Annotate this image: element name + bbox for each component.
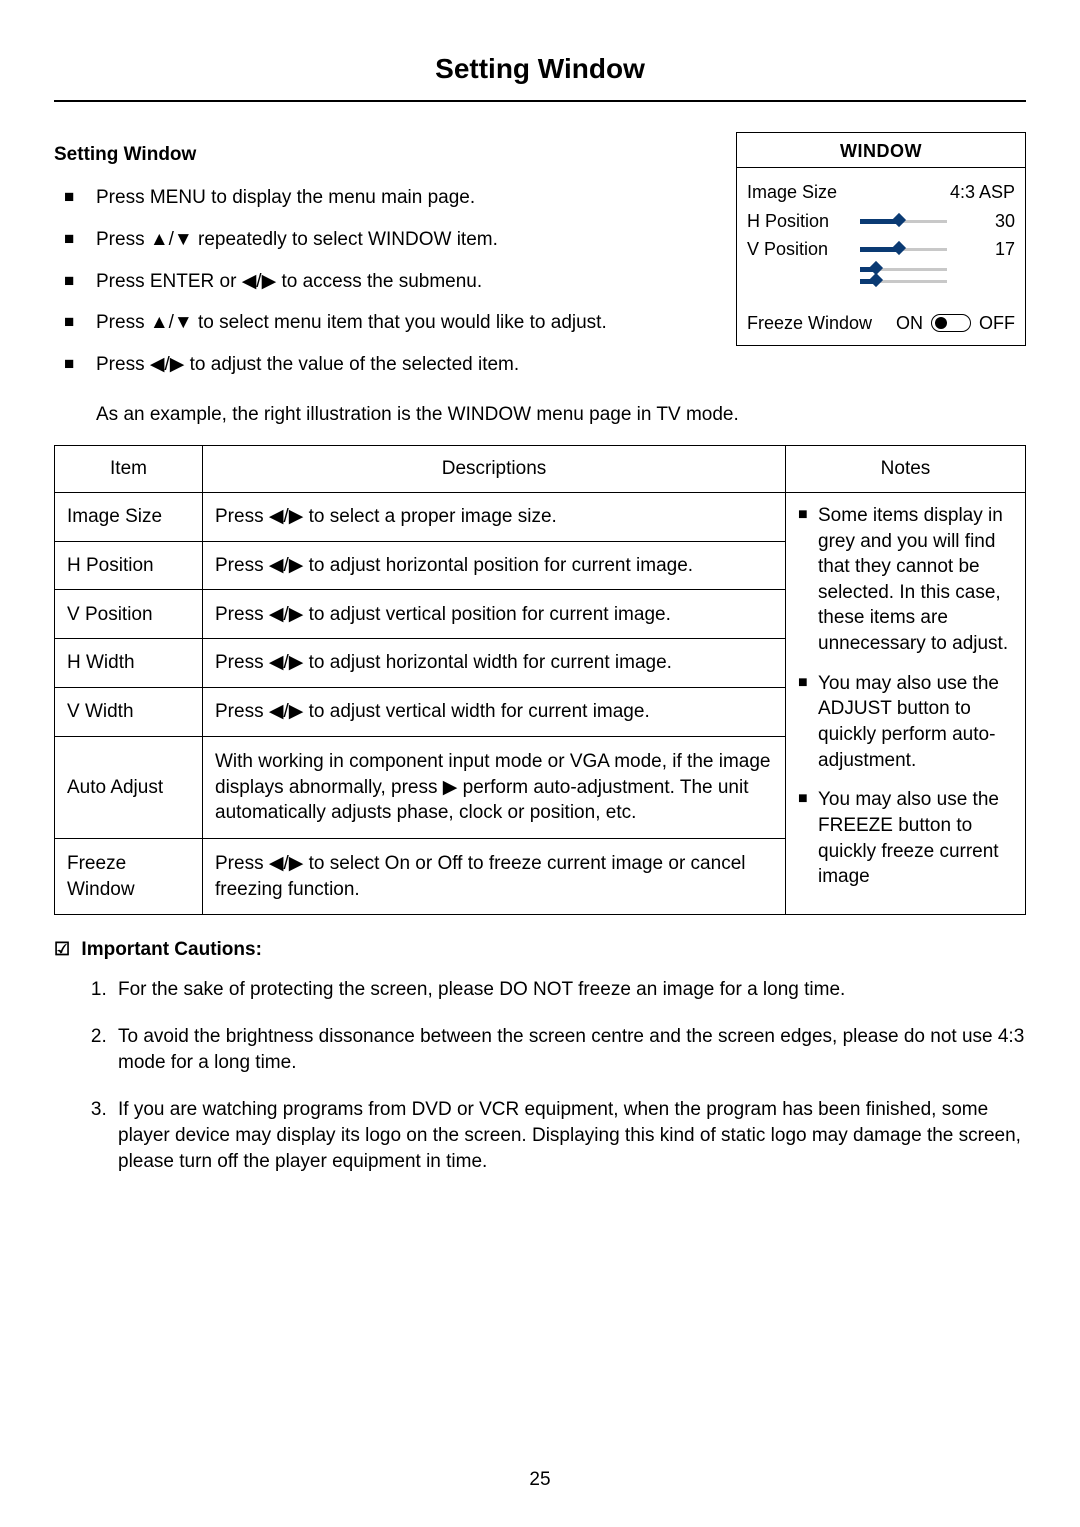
table-cell-desc: Press ◀/▶ to select a proper image size.	[203, 492, 786, 541]
table-cell-item: H Position	[55, 541, 203, 590]
table-cell-desc: Press ◀/▶ to adjust horizontal width for…	[203, 639, 786, 688]
osd-row-value: 30	[955, 209, 1015, 233]
osd-freeze-on: ON	[896, 311, 923, 335]
osd-row: Image Size 4:3 ASP	[747, 180, 1015, 204]
table-cell-notes: Some items display in grey and you will …	[786, 492, 1026, 914]
table-header-notes: Notes	[786, 446, 1026, 493]
notes-list: Some items display in grey and you will …	[798, 503, 1013, 890]
osd-row-label: V Position	[747, 237, 852, 261]
settings-table: Item Descriptions Notes Image SizePress …	[54, 445, 1026, 915]
table-cell-item: V Width	[55, 688, 203, 737]
osd-freeze-row: Freeze Window ON OFF	[747, 311, 1015, 335]
list-item: For the sake of protecting the screen, p…	[112, 977, 1026, 1003]
check-icon: ☑	[54, 939, 70, 959]
list-item: If you are watching programs from DVD or…	[112, 1097, 1026, 1174]
list-item: You may also use the ADJUST button to qu…	[798, 671, 1013, 774]
cautions-heading-text: Important Cautions:	[81, 939, 262, 960]
table-cell-item: V Position	[55, 590, 203, 639]
table-cell-item: Auto Adjust	[55, 736, 203, 838]
osd-freeze-off: OFF	[979, 311, 1015, 335]
table-header-desc: Descriptions	[203, 446, 786, 493]
osd-window-panel: WINDOW Image Size 4:3 ASP H Position 30 V Po…	[736, 132, 1026, 346]
osd-slider	[860, 217, 947, 225]
osd-row: H Position 30	[747, 209, 1015, 233]
table-row: Image SizePress ◀/▶ to select a proper i…	[55, 492, 1026, 541]
table-header-item: Item	[55, 446, 203, 493]
table-cell-desc: Press ◀/▶ to select On or Off to freeze …	[203, 839, 786, 915]
table-header-row: Item Descriptions Notes	[55, 446, 1026, 493]
cautions-list: For the sake of protecting the screen, p…	[88, 977, 1026, 1175]
osd-row-label: Image Size	[747, 180, 852, 204]
list-item: Press ◀/▶ to adjust the value of the sel…	[64, 352, 1026, 378]
list-item: You may also use the FREEZE button to qu…	[798, 787, 1013, 890]
osd-freeze-label: Freeze Window	[747, 311, 872, 335]
osd-title: WINDOW	[737, 133, 1025, 168]
osd-row-value: 17	[955, 237, 1015, 261]
page-title: Setting Window	[435, 50, 645, 96]
divider	[54, 100, 1026, 102]
osd-row: V Position 17	[747, 237, 1015, 261]
steps-note: As an example, the right illustration is…	[96, 402, 1026, 428]
page-number: 25	[0, 1467, 1080, 1493]
table-cell-desc: With working in component input mode or …	[203, 736, 786, 838]
osd-row	[747, 265, 1015, 273]
osd-slider	[860, 245, 947, 253]
osd-row-label: H Position	[747, 209, 852, 233]
list-item: To avoid the brightness dissonance betwe…	[112, 1024, 1026, 1075]
table-cell-desc: Press ◀/▶ to adjust vertical width for c…	[203, 688, 786, 737]
table-cell-item: H Width	[55, 639, 203, 688]
table-cell-desc: Press ◀/▶ to adjust horizontal position …	[203, 541, 786, 590]
osd-slider	[860, 265, 947, 273]
list-item: Some items display in grey and you will …	[798, 503, 1013, 657]
osd-row-value: 4:3 ASP	[950, 180, 1015, 204]
osd-freeze-toggle	[931, 314, 971, 332]
osd-slider	[860, 277, 947, 285]
osd-row	[747, 277, 1015, 285]
table-cell-item: Image Size	[55, 492, 203, 541]
cautions-heading: ☑ Important Cautions:	[54, 937, 1026, 963]
table-cell-desc: Press ◀/▶ to adjust vertical position fo…	[203, 590, 786, 639]
table-cell-item: Freeze Window	[55, 839, 203, 915]
